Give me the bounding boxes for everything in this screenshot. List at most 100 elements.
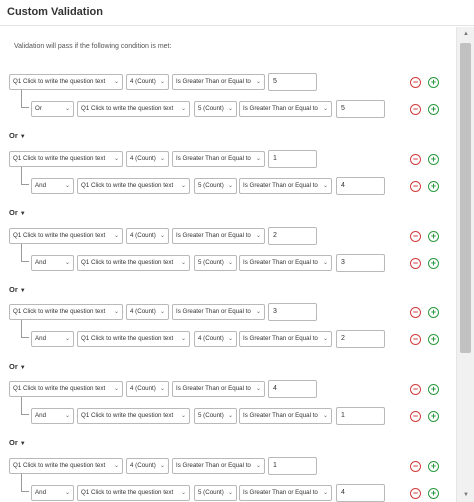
value-input[interactable]: 1: [268, 457, 317, 475]
remove-condition-button[interactable]: −: [410, 334, 421, 345]
add-condition-button[interactable]: +: [428, 307, 439, 318]
question-select[interactable]: Q1 Click to write the question text ⌄: [77, 331, 190, 347]
question-select-label: Q1 Click to write the question text: [13, 462, 106, 469]
conjunction-select[interactable]: Or ⌄: [31, 101, 74, 117]
add-condition-button[interactable]: +: [428, 181, 439, 192]
remove-condition-button[interactable]: −: [410, 411, 421, 422]
metric-select[interactable]: 4 (Count) ⌄: [126, 74, 169, 90]
value-input[interactable]: 2: [268, 227, 317, 245]
metric-select[interactable]: 4 (Count) ⌄: [126, 304, 169, 320]
remove-condition-button[interactable]: −: [410, 154, 421, 165]
metric-select[interactable]: 5 (Count) ⌄: [194, 178, 237, 194]
remove-condition-button[interactable]: −: [410, 488, 421, 499]
vertical-scrollbar[interactable]: ▲ ▼: [456, 27, 474, 502]
conjunction-select-label: And: [35, 412, 47, 419]
add-condition-button[interactable]: +: [428, 488, 439, 499]
value-input[interactable]: 4: [336, 177, 385, 195]
value-input[interactable]: 3: [268, 303, 317, 321]
add-condition-button[interactable]: +: [428, 77, 439, 88]
question-select[interactable]: Q1 Click to write the question text ⌄: [77, 408, 190, 424]
metric-select-label: 5 (Count): [198, 259, 224, 266]
question-select[interactable]: Q1 Click to write the question text ⌄: [9, 458, 123, 474]
scroll-up-icon[interactable]: ▲: [457, 27, 474, 41]
value-input[interactable]: 1: [268, 150, 317, 168]
or-separator[interactable]: Or ▼: [9, 131, 26, 140]
question-select[interactable]: Q1 Click to write the question text ⌄: [9, 151, 123, 167]
metric-select[interactable]: 4 (Count) ⌄: [126, 151, 169, 167]
conjunction-select[interactable]: And ⌄: [31, 255, 74, 271]
remove-condition-button[interactable]: −: [410, 258, 421, 269]
add-condition-button[interactable]: +: [428, 258, 439, 269]
conjunction-select-label: And: [35, 259, 47, 266]
question-select[interactable]: Q1 Click to write the question text ⌄: [9, 381, 123, 397]
question-select[interactable]: Q1 Click to write the question text ⌄: [77, 255, 190, 271]
operator-select[interactable]: Is Greater Than or Equal to ⌄: [172, 458, 265, 474]
conjunction-select[interactable]: And ⌄: [31, 485, 74, 501]
dialog-title: Custom Validation: [7, 6, 103, 18]
remove-condition-button[interactable]: −: [410, 384, 421, 395]
operator-select[interactable]: Is Greater Than or Equal to ⌄: [172, 74, 265, 90]
or-separator[interactable]: Or ▼: [9, 438, 26, 447]
metric-select[interactable]: 5 (Count) ⌄: [194, 101, 237, 117]
add-condition-button[interactable]: +: [428, 231, 439, 242]
question-select[interactable]: Q1 Click to write the question text ⌄: [9, 228, 123, 244]
value-input[interactable]: 4: [268, 380, 317, 398]
chevron-down-icon: ⌄: [322, 413, 328, 419]
value-input[interactable]: 3: [336, 254, 385, 272]
remove-condition-button[interactable]: −: [410, 231, 421, 242]
add-condition-button[interactable]: +: [428, 104, 439, 115]
or-separator[interactable]: Or ▼: [9, 208, 26, 217]
chevron-down-icon: ⌄: [113, 309, 119, 315]
operator-select[interactable]: Is Greater Than or Equal to ⌄: [172, 228, 265, 244]
value-input[interactable]: 2: [336, 330, 385, 348]
value-input[interactable]: 4: [336, 484, 385, 502]
operator-select[interactable]: Is Greater Than or Equal to ⌄: [172, 304, 265, 320]
operator-select[interactable]: Is Greater Than or Equal to ⌄: [239, 178, 332, 194]
add-condition-button[interactable]: +: [428, 384, 439, 395]
value-input[interactable]: 1: [336, 407, 385, 425]
remove-condition-button[interactable]: −: [410, 104, 421, 115]
chevron-down-icon: ⌄: [322, 260, 328, 266]
metric-select[interactable]: 5 (Count) ⌄: [194, 255, 237, 271]
conjunction-select[interactable]: And ⌄: [31, 408, 74, 424]
metric-select[interactable]: 4 (Count) ⌄: [126, 381, 169, 397]
question-select[interactable]: Q1 Click to write the question text ⌄: [9, 304, 123, 320]
operator-select[interactable]: Is Greater Than or Equal to ⌄: [239, 255, 332, 271]
operator-select-label: Is Greater Than or Equal to: [243, 182, 318, 189]
operator-select[interactable]: Is Greater Than or Equal to ⌄: [172, 381, 265, 397]
metric-select[interactable]: 5 (Count) ⌄: [194, 408, 237, 424]
value-input[interactable]: 5: [268, 73, 317, 91]
operator-select[interactable]: Is Greater Than or Equal to ⌄: [239, 101, 332, 117]
conjunction-select[interactable]: And ⌄: [31, 331, 74, 347]
operator-select[interactable]: Is Greater Than or Equal to ⌄: [239, 485, 332, 501]
metric-select[interactable]: 4 (Count) ⌄: [126, 228, 169, 244]
add-condition-button[interactable]: +: [428, 154, 439, 165]
add-condition-button[interactable]: +: [428, 334, 439, 345]
metric-select[interactable]: 4 (Count) ⌄: [126, 458, 169, 474]
chevron-down-icon: ⌄: [113, 386, 119, 392]
operator-select[interactable]: Is Greater Than or Equal to ⌄: [239, 408, 332, 424]
value-input[interactable]: 5: [336, 100, 385, 118]
conjunction-select[interactable]: And ⌄: [31, 178, 74, 194]
question-select[interactable]: Q1 Click to write the question text ⌄: [77, 178, 190, 194]
remove-condition-button[interactable]: −: [410, 77, 421, 88]
scrollbar-thumb[interactable]: [460, 43, 471, 353]
question-select-label: Q1 Click to write the question text: [13, 155, 106, 162]
or-separator[interactable]: Or ▼: [9, 285, 26, 294]
question-select[interactable]: Q1 Click to write the question text ⌄: [77, 101, 190, 117]
operator-select[interactable]: Is Greater Than or Equal to ⌄: [172, 151, 265, 167]
add-condition-button[interactable]: +: [428, 411, 439, 422]
add-condition-button[interactable]: +: [428, 461, 439, 472]
remove-condition-button[interactable]: −: [410, 181, 421, 192]
metric-select[interactable]: 5 (Count) ⌄: [194, 485, 237, 501]
operator-select[interactable]: Is Greater Than or Equal to ⌄: [239, 331, 332, 347]
remove-condition-button[interactable]: −: [410, 307, 421, 318]
metric-select[interactable]: 4 (Count) ⌄: [194, 331, 237, 347]
remove-condition-button[interactable]: −: [410, 461, 421, 472]
question-select[interactable]: Q1 Click to write the question text ⌄: [9, 74, 123, 90]
question-select[interactable]: Q1 Click to write the question text ⌄: [77, 485, 190, 501]
scroll-down-icon[interactable]: ▼: [457, 488, 474, 502]
or-separator[interactable]: Or ▼: [9, 362, 26, 371]
chevron-down-icon: ⌄: [180, 183, 186, 189]
dialog-header: Custom Validation: [0, 0, 474, 26]
